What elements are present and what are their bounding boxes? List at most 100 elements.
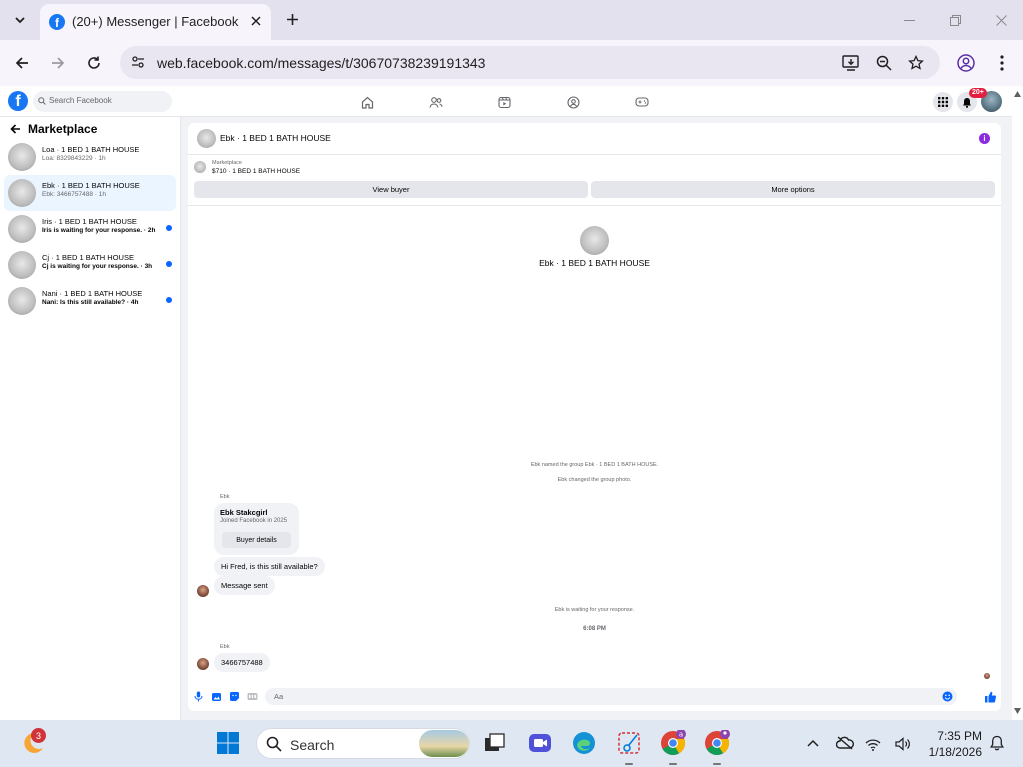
back-to-chats-button[interactable]: [8, 122, 22, 136]
onedrive-status[interactable]: [830, 728, 860, 758]
conversation-item[interactable]: Cj · 1 BED 1 BATH HOUSE Cj is waiting fo…: [4, 247, 176, 283]
conversation-preview: Cj is waiting for your response. · 3h: [42, 263, 153, 270]
gif-button[interactable]: [247, 691, 258, 702]
emoji-icon[interactable]: [942, 691, 953, 702]
page-scrollbar[interactable]: [1012, 86, 1023, 720]
sticker-button[interactable]: [229, 691, 240, 702]
zoom-button[interactable]: [874, 53, 894, 73]
message-bubble[interactable]: Hi Fred, is this still available?: [214, 557, 325, 576]
conversation-preview: Iris is waiting for your response. · 2h: [42, 227, 156, 234]
nav-groups[interactable]: [563, 92, 583, 112]
message-input-placeholder: Aa: [274, 692, 284, 701]
snipping-tool-app[interactable]: [614, 728, 644, 758]
search-placeholder: Search Facebook: [49, 96, 112, 105]
chat-avatar[interactable]: [197, 129, 216, 148]
conversation-item[interactable]: Iris · 1 BED 1 BATH HOUSE Iris is waitin…: [4, 211, 176, 247]
buyer-details-button[interactable]: Buyer details: [222, 532, 291, 548]
conversation-avatar: [8, 179, 36, 207]
sender-avatar[interactable]: [197, 585, 209, 597]
info-icon[interactable]: i: [979, 133, 990, 144]
browser-tab[interactable]: f (20+) Messenger | Facebook: [40, 4, 271, 40]
view-buyer-button[interactable]: View buyer: [194, 181, 588, 198]
voice-clip-button[interactable]: [194, 691, 203, 702]
unread-dot: [166, 261, 172, 267]
conversation-preview: Nani: Is this still available? · 4h: [42, 299, 139, 306]
url-text[interactable]: web.facebook.com/messages/t/306707382391…: [157, 55, 485, 71]
listing-thumbnail[interactable]: [194, 161, 206, 173]
meet-app[interactable]: [525, 728, 555, 758]
clock[interactable]: 7:35 PM 1/18/2026: [918, 729, 982, 759]
back-button[interactable]: [10, 51, 34, 75]
taskbar-search[interactable]: Search: [256, 728, 470, 759]
buyer-name: Ebk Stakcgirl: [220, 508, 268, 517]
unread-dot: [166, 297, 172, 303]
friends-icon: [429, 96, 443, 108]
chrome-app-profile-b[interactable]: [702, 728, 732, 758]
new-tab-button[interactable]: [281, 8, 303, 30]
site-info-button[interactable]: [129, 53, 147, 71]
facebook-logo-icon[interactable]: f: [8, 91, 28, 111]
message-bubble[interactable]: Message sent: [214, 576, 275, 595]
close-window-button[interactable]: [991, 10, 1011, 30]
show-hidden-icons-button[interactable]: [798, 728, 828, 758]
listing-price-title[interactable]: $710 · 1 BED 1 BATH HOUSE: [212, 168, 300, 175]
edge-app[interactable]: [569, 728, 599, 758]
more-options-button[interactable]: More options: [591, 181, 995, 198]
bookmark-button[interactable]: [906, 53, 926, 73]
tab-close-button[interactable]: [247, 12, 265, 30]
restore-button[interactable]: [945, 10, 965, 30]
nav-home[interactable]: [357, 92, 377, 112]
task-view-icon: [485, 733, 505, 751]
reload-button[interactable]: [82, 51, 106, 75]
buyer-joined: Joined Facebook in 2025: [220, 518, 288, 524]
sender-label: Ebk: [220, 494, 230, 500]
nav-video[interactable]: [494, 92, 514, 112]
menu-button[interactable]: [933, 92, 953, 112]
message-input[interactable]: Aa: [265, 688, 957, 705]
microphone-icon: [194, 691, 203, 702]
chrome-app-profile-a[interactable]: a: [658, 728, 688, 758]
send-like-button[interactable]: [984, 691, 996, 703]
sender-avatar[interactable]: [197, 658, 209, 670]
profile-button[interactable]: [954, 51, 978, 75]
conversation-item[interactable]: Nani · 1 BED 1 BATH HOUSE Nani: Is this …: [4, 283, 176, 319]
snipping-tool-icon: [618, 732, 640, 754]
message-composer: Aa: [188, 687, 1001, 707]
nav-friends[interactable]: [426, 92, 446, 112]
windows-icon: [217, 732, 239, 754]
app-running-indicator: [713, 763, 721, 765]
task-view-button[interactable]: [480, 728, 510, 758]
attach-photo-button[interactable]: [211, 691, 222, 702]
account-icon: [957, 54, 975, 72]
nav-gaming[interactable]: [632, 92, 652, 112]
marketplace-label: Marketplace: [212, 160, 242, 166]
facebook-search-input[interactable]: Search Facebook: [33, 91, 172, 112]
thumbs-up-icon: [985, 691, 996, 703]
minimize-button[interactable]: [899, 10, 919, 30]
quick-settings-button[interactable]: [865, 732, 911, 756]
conversation-item[interactable]: Loa · 1 BED 1 BATH HOUSE Loa: 8329843229…: [4, 139, 176, 175]
intro-avatar: [580, 226, 609, 255]
video-icon: [497, 96, 511, 108]
plus-icon: [286, 13, 298, 25]
search-icon: [266, 736, 282, 752]
tab-search-button[interactable]: [8, 8, 32, 32]
speaker-icon: [895, 737, 910, 751]
chrome-menu-button[interactable]: [990, 51, 1014, 75]
message-bubble[interactable]: 3466757488: [214, 653, 270, 672]
notification-center-button[interactable]: [982, 728, 1012, 758]
chevron-down-icon: [15, 17, 25, 24]
conversation-name: Ebk · 1 BED 1 BATH HOUSE: [42, 181, 140, 190]
address-bar[interactable]: web.facebook.com/messages/t/306707382391…: [120, 46, 940, 79]
facebook-favicon-icon: f: [49, 14, 65, 30]
buyer-profile-card: Ebk Stakcgirl Joined Facebook in 2025 Bu…: [214, 503, 299, 555]
start-button[interactable]: [213, 728, 243, 758]
install-app-button[interactable]: [841, 53, 861, 73]
conversation-avatar: [8, 143, 36, 171]
conversation-item-active[interactable]: Ebk · 1 BED 1 BATH HOUSE Ebk: 3466757488…: [4, 175, 176, 211]
chat-title[interactable]: Ebk · 1 BED 1 BATH HOUSE: [220, 133, 331, 143]
forward-button[interactable]: [46, 51, 70, 75]
close-icon: [995, 14, 1007, 26]
conversation-name: Cj · 1 BED 1 BATH HOUSE: [42, 253, 134, 262]
read-receipt-avatar: [984, 673, 990, 679]
